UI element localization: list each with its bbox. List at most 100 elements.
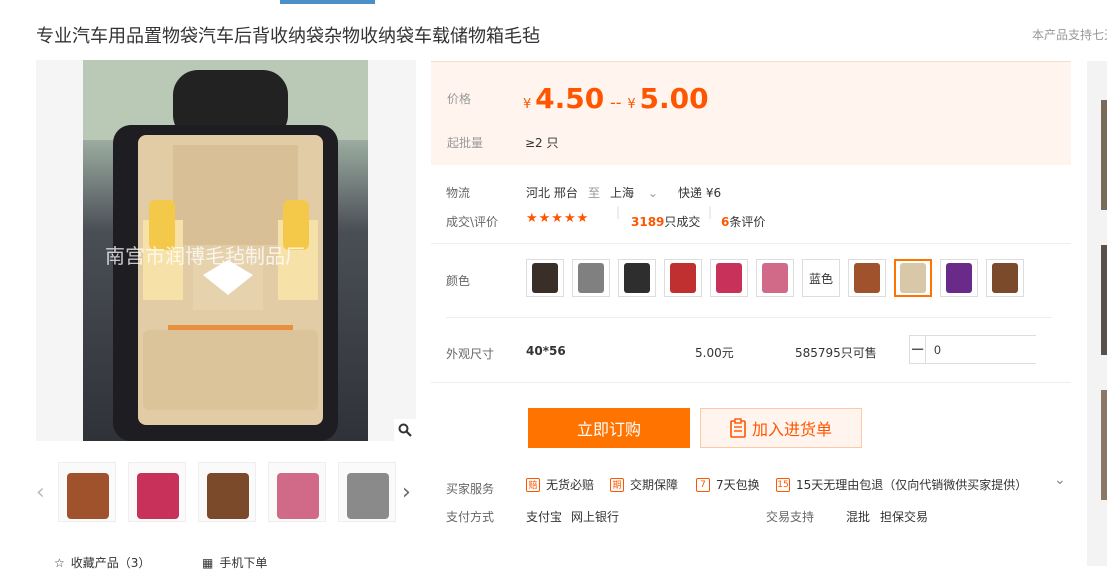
add-to-cart-button[interactable]: 加入进货单 xyxy=(700,408,862,448)
thumbnail[interactable] xyxy=(128,462,186,522)
service-delivery-guarantee: 期 交期保障 xyxy=(610,476,678,493)
color-option-image xyxy=(992,263,1018,293)
service-7day-exchange: 7 7天包换 xyxy=(696,476,760,493)
color-option-image xyxy=(900,263,926,293)
separator: | xyxy=(708,205,713,219)
logistics-label: 物流 xyxy=(446,186,471,200)
chevron-left-icon[interactable]: ‹ xyxy=(36,480,45,505)
moq-value: ≥2 只 xyxy=(525,136,559,150)
thumbnail[interactable] xyxy=(338,462,396,522)
favorite-label: 收藏产品（3） xyxy=(70,556,151,570)
trade-method-escrow: 担保交易 xyxy=(880,510,929,524)
magnifier-icon xyxy=(398,423,412,437)
mobile-label: 手机下单 xyxy=(219,556,268,570)
trade-method-mixed: 混批 xyxy=(846,510,871,524)
divider xyxy=(431,243,1071,244)
color-option-image xyxy=(624,263,650,293)
return-icon: 15 xyxy=(776,477,790,492)
color-option[interactable] xyxy=(710,259,748,297)
payment-label: 支付方式 xyxy=(446,510,495,524)
quantity-input[interactable] xyxy=(925,336,1091,363)
color-option-image xyxy=(946,263,972,293)
chevron-right-icon[interactable]: › xyxy=(402,480,411,505)
color-option[interactable] xyxy=(986,259,1024,297)
service-label: 15天无理由包退（仅向代销微供买家提供） xyxy=(796,478,1028,492)
price-low: 4.50 xyxy=(535,82,605,115)
color-option[interactable] xyxy=(618,259,656,297)
separator: | xyxy=(616,205,621,219)
payment-method-alipay: 支付宝 xyxy=(526,510,563,524)
favorite-link[interactable]: ☆ 收藏产品（3） xyxy=(54,554,150,571)
thumbnail-image xyxy=(347,473,389,519)
recommendation-thumb[interactable] xyxy=(1101,390,1107,500)
trade-label: 交易支持 xyxy=(766,510,815,524)
cart-label: 加入进货单 xyxy=(751,420,832,439)
color-option-image xyxy=(716,263,742,293)
destination-label: 上海 xyxy=(610,186,635,200)
services-label: 买家服务 xyxy=(446,482,495,496)
review-count-suffix: 条评价 xyxy=(729,215,766,229)
top-tab-indicator xyxy=(280,0,375,4)
color-option[interactable] xyxy=(572,259,610,297)
color-option[interactable]: 蓝色 xyxy=(802,259,840,297)
stock-count: 585795只可售 xyxy=(795,346,877,360)
color-option[interactable] xyxy=(526,259,564,297)
thumbnail-image xyxy=(207,473,249,519)
main-product-image[interactable]: 南宫市润博毛毡制品厂 xyxy=(36,60,416,441)
mobile-order-link[interactable]: ▦ 手机下单 xyxy=(202,554,267,571)
color-option[interactable] xyxy=(940,259,978,297)
price-label: 价格 xyxy=(447,92,472,106)
payment-method-bank: 网上银行 xyxy=(571,510,620,524)
quantity-stepper: − + xyxy=(909,335,1105,364)
deals-label: 成交\评价 xyxy=(446,215,499,229)
watermark-text: 南宫市润博毛毡制品厂 xyxy=(105,244,305,268)
review-count-link[interactable]: 6条评价 xyxy=(721,213,765,230)
chevron-down-icon[interactable]: ⌄ xyxy=(1054,472,1066,488)
thumbnail[interactable] xyxy=(268,462,326,522)
star-icons: ★★★★★ xyxy=(526,211,590,226)
price-separator: -- xyxy=(610,93,622,112)
buy-now-button[interactable]: 立即订购 xyxy=(528,408,690,448)
logistics-to-word: 至 xyxy=(588,186,601,200)
thumbnail-strip: ‹ › xyxy=(36,462,416,522)
deal-count: 3189 xyxy=(631,215,665,229)
product-title: 专业汽车用品置物袋汽车后背收纳袋杂物收纳袋车载储物箱毛毡 xyxy=(36,26,540,47)
color-option-image xyxy=(762,263,788,293)
thumbnail-image xyxy=(137,473,179,519)
rating-stars: ★★★★★ xyxy=(526,211,589,226)
service-label: 交期保障 xyxy=(630,478,679,492)
deal-count-suffix: 只成交 xyxy=(664,215,701,229)
size-value: 40*56 xyxy=(526,344,566,358)
color-option-image xyxy=(578,263,604,293)
support-note: 本产品支持七天 xyxy=(1032,28,1107,42)
recommendation-thumb[interactable] xyxy=(1101,100,1107,210)
color-option[interactable] xyxy=(848,259,886,297)
logistics-destination-select[interactable]: 上海 ⌄ xyxy=(610,184,658,201)
deal-count-link[interactable]: 3189只成交 xyxy=(631,213,700,230)
color-option-image xyxy=(854,263,880,293)
price-range: ¥ 4.50 -- ¥ 5.00 xyxy=(523,82,709,115)
product-photo: 南宫市润博毛毡制品厂 xyxy=(83,60,368,441)
recommendation-thumb[interactable] xyxy=(1101,245,1107,355)
price-panel: 价格 ¥ 4.50 -- ¥ 5.00 起批量 ≥2 只 xyxy=(431,61,1071,165)
size-price: 5.00元 xyxy=(695,346,734,360)
color-option-image xyxy=(670,263,696,293)
thumbnail-image xyxy=(67,473,109,519)
color-option[interactable] xyxy=(756,259,794,297)
truck-icon: 期 xyxy=(610,477,624,492)
minus-icon[interactable]: − xyxy=(910,336,925,363)
service-15day-return: 15 15天无理由包退（仅向代销微供买家提供） xyxy=(776,476,1027,493)
express-fee: 快递 ¥6 xyxy=(678,186,722,200)
currency-symbol: ¥ xyxy=(627,97,636,112)
thumbnail[interactable] xyxy=(58,462,116,522)
clipboard-icon xyxy=(730,418,746,438)
thumbnail[interactable] xyxy=(198,462,256,522)
color-option[interactable] xyxy=(664,259,702,297)
zoom-button[interactable] xyxy=(394,419,416,441)
currency-symbol: ¥ xyxy=(523,97,532,112)
moq-label: 起批量 xyxy=(447,136,484,150)
price-high: 5.00 xyxy=(639,82,709,115)
chevron-down-icon: ⌄ xyxy=(647,186,658,200)
service-label: 无货必赔 xyxy=(546,478,595,492)
color-option[interactable] xyxy=(894,259,932,297)
